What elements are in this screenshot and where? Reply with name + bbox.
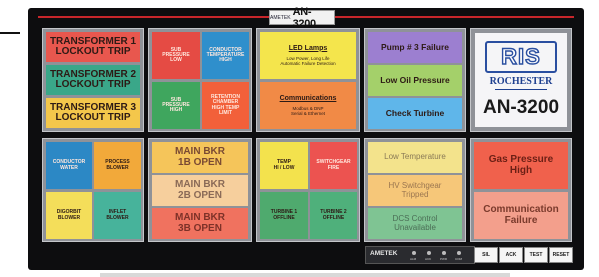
alarm-tile-check-turbine[interactable]: Check Turbine (368, 98, 462, 129)
panel-transformer-trips: TRANSFORMER 1 LOCKOUT TRIP TRANSFORMER 2… (42, 28, 144, 132)
ris-logo-icon: RIS (485, 41, 557, 73)
alarm-tile-main-bkr-1b[interactable]: MAIN BKR 1B OPEN (152, 142, 248, 173)
panel-blowers: CONDUCTOR WATER PROCESS BLOWER DIGORBIT … (42, 138, 144, 242)
indicator-led-ack (427, 251, 431, 255)
model-text: AN-3200 (292, 5, 317, 30)
reset-button[interactable]: RESET (549, 247, 573, 263)
communications-body: Modbus & DNP Serial & Ethernet (290, 105, 326, 116)
indicator-strip: AMETEK ALM ACK PWR COM (365, 246, 475, 264)
model-nameplate: AMETEK AN-3200 (269, 6, 335, 30)
ris-underline (495, 89, 547, 90)
test-button[interactable]: TEST (524, 247, 548, 263)
alarm-tile-low-oil-pressure[interactable]: Low Oil Pressure (368, 65, 462, 96)
indicator-led-com (457, 251, 461, 255)
alarm-tile-digorbit-blower[interactable]: DIGORBIT BLOWER (46, 192, 92, 239)
alarm-tile-sub-pressure-low[interactable]: SUB PRESSURE LOW (152, 32, 200, 79)
indicator-label-ack: ACK (425, 257, 432, 261)
panel-turbines: TEMP HI / LOW SWITCHGEAR FIRE TURBINE 1 … (256, 138, 360, 242)
feature-tile-led-lamps[interactable]: LED Lamps Low Power, Long Life Automatic… (260, 32, 356, 79)
panel-gas-comm: Gas Pressure High Communication Failure (470, 138, 572, 242)
indicator-label-alm: ALM (410, 257, 417, 261)
bottom-bezel (100, 273, 510, 277)
alarm-tile-main-bkr-3b[interactable]: MAIN BKR 3B OPEN (152, 208, 248, 239)
alarm-tile-gas-pressure-high[interactable]: Gas Pressure High (474, 142, 568, 189)
alarm-tile-pump-3-failure[interactable]: Pump # 3 Failure (368, 32, 462, 63)
indicator-led-pwr (442, 251, 446, 255)
alarm-tile-low-temperature[interactable]: Low Temperature (368, 142, 462, 173)
alarm-tile-turbine-2-offline[interactable]: TURBINE 2 OFFLINE (310, 192, 357, 239)
alarm-tile-switchgear-fire[interactable]: SWITCHGEAR FIRE (310, 142, 357, 189)
led-lamps-title: LED Lamps (288, 44, 328, 52)
panel-sub-pressure: SUB PRESSURE LOW CONDUCTOR TEMPERATURE H… (148, 28, 252, 132)
brand-small-text: AMETEK (270, 14, 291, 21)
silence-button[interactable]: SIL (474, 247, 498, 263)
ris-branding-box: RIS ROCHESTER AN-3200 (475, 33, 567, 127)
panel-main-breakers: MAIN BKR 1B OPEN MAIN BKR 2B OPEN MAIN B… (148, 138, 252, 242)
communications-title: Communications (279, 94, 337, 102)
alarm-tile-temp-hi-low[interactable]: TEMP HI / LOW (260, 142, 308, 189)
alarm-tile-communication-failure[interactable]: Communication Failure (474, 192, 568, 239)
alarm-tile-transformer-3[interactable]: TRANSFORMER 3 LOCKOUT TRIP (46, 98, 140, 128)
alarm-tile-process-blower[interactable]: PROCESS BLOWER (94, 142, 141, 189)
alarm-tile-main-bkr-2b[interactable]: MAIN BKR 2B OPEN (152, 175, 248, 206)
alarm-tile-turbine-1-offline[interactable]: TURBINE 1 OFFLINE (260, 192, 308, 239)
alarm-tile-inflet-blower[interactable]: INFLET BLOWER (94, 192, 141, 239)
indicator-label-pwr: PWR (440, 257, 447, 261)
panel-pump-status: Pump # 3 Failure Low Oil Pressure Check … (364, 28, 466, 132)
alarm-tile-conductor-temp[interactable]: CONDUCTOR TEMPERATURE HIGH (202, 32, 249, 79)
ris-model-name: AN-3200 (482, 97, 560, 118)
feature-tile-communications[interactable]: Communications Modbus & DNP Serial & Eth… (260, 82, 356, 129)
led-lamps-body: Low Power, Long Life Automatic Failure D… (280, 55, 336, 66)
indicator-label-com: COM (455, 257, 462, 261)
panel-system-status: Low Temperature HV Switchgear Tripped DC… (364, 138, 466, 242)
left-edge-mark (0, 32, 20, 34)
panel-features: LED Lamps Low Power, Long Life Automatic… (256, 28, 360, 132)
control-brand-text: AMETEK (370, 250, 398, 257)
alarm-tile-transformer-1[interactable]: TRANSFORMER 1 LOCKOUT TRIP (46, 32, 140, 62)
panel-ris-branding: RIS ROCHESTER AN-3200 (470, 28, 572, 132)
alarm-tile-conductor-water[interactable]: CONDUCTOR WATER (46, 142, 92, 189)
ris-company-name: ROCHESTER (489, 76, 553, 87)
alarm-tile-transformer-2[interactable]: TRANSFORMER 2 LOCKOUT TRIP (46, 65, 140, 95)
acknowledge-button[interactable]: ACK (499, 247, 523, 263)
alarm-tile-retention-chamber[interactable]: RETENTION CHAMBER HIGH TEMP LIMIT (202, 82, 249, 129)
indicator-led-alm (412, 251, 416, 255)
alarm-tile-dcs-control[interactable]: DCS Control Unavailable (368, 208, 462, 239)
alarm-tile-sub-pressure-high[interactable]: SUB PRESSURE HIGH (152, 82, 200, 129)
alarm-tile-hv-switchgear[interactable]: HV Switchgear Tripped (368, 175, 462, 206)
